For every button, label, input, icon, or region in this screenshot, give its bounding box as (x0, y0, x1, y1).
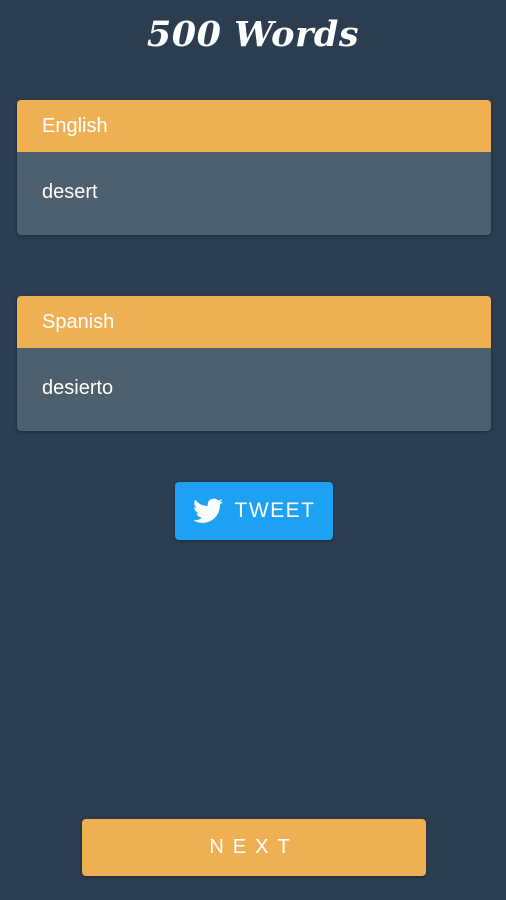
app-title: 500 Words (146, 14, 360, 55)
target-language-label: Spanish (17, 296, 491, 348)
source-language-card: English desert (17, 100, 491, 235)
next-button[interactable]: NEXT (82, 819, 426, 876)
tweet-button[interactable]: TWEET (175, 482, 333, 540)
twitter-bird-icon (192, 498, 223, 523)
target-word: desierto (17, 348, 491, 431)
target-language-card: Spanish desierto (17, 296, 491, 431)
source-language-label: English (17, 100, 491, 152)
source-word: desert (17, 152, 491, 235)
tweet-button-label: TWEET (234, 499, 316, 522)
